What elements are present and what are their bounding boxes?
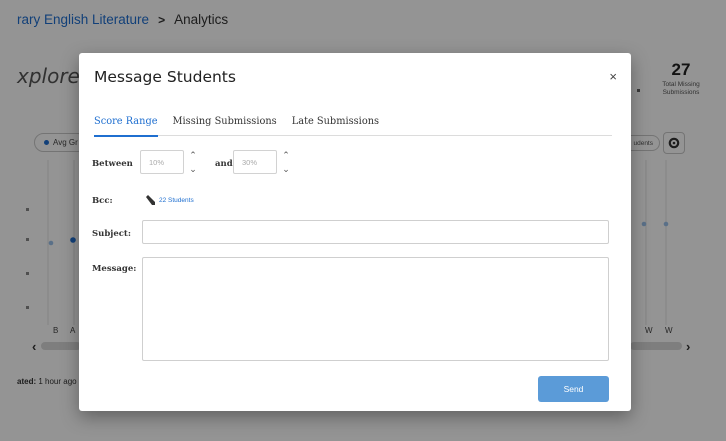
bcc-recipients: 22 Students <box>145 195 194 205</box>
dialog-title: Message Students <box>94 68 236 86</box>
message-tabs: Score Range Missing Submissions Late Sub… <box>94 116 612 137</box>
chevron-up-icon[interactable]: ⌃ <box>189 150 197 160</box>
min-score-stepper[interactable]: ⌃ ⌄ <box>187 150 199 174</box>
chevron-down-icon[interactable]: ⌄ <box>282 164 290 174</box>
min-score-input[interactable]: 10% <box>140 150 184 174</box>
and-label: and <box>215 159 233 169</box>
subject-input[interactable] <box>142 220 609 244</box>
max-score-input[interactable]: 30% <box>233 150 277 174</box>
message-textarea[interactable] <box>142 257 609 361</box>
message-label: Message: <box>92 264 137 274</box>
max-score-stepper[interactable]: ⌃ ⌄ <box>280 150 292 174</box>
chevron-down-icon[interactable]: ⌄ <box>189 164 197 174</box>
bcc-label: Bcc: <box>92 196 113 206</box>
close-icon[interactable]: × <box>609 69 617 84</box>
send-button[interactable]: Send <box>538 376 609 402</box>
pencil-icon <box>146 195 155 205</box>
between-label: Between <box>92 159 133 169</box>
chevron-up-icon[interactable]: ⌃ <box>282 150 290 160</box>
tab-missing-submissions[interactable]: Missing Submissions <box>173 116 277 136</box>
tab-score-range[interactable]: Score Range <box>94 116 158 137</box>
tab-late-submissions[interactable]: Late Submissions <box>292 116 379 136</box>
message-students-dialog: Message Students × Score Range Missing S… <box>79 53 631 411</box>
subject-label: Subject: <box>92 229 131 239</box>
bcc-students-link[interactable]: 22 Students <box>159 197 194 204</box>
